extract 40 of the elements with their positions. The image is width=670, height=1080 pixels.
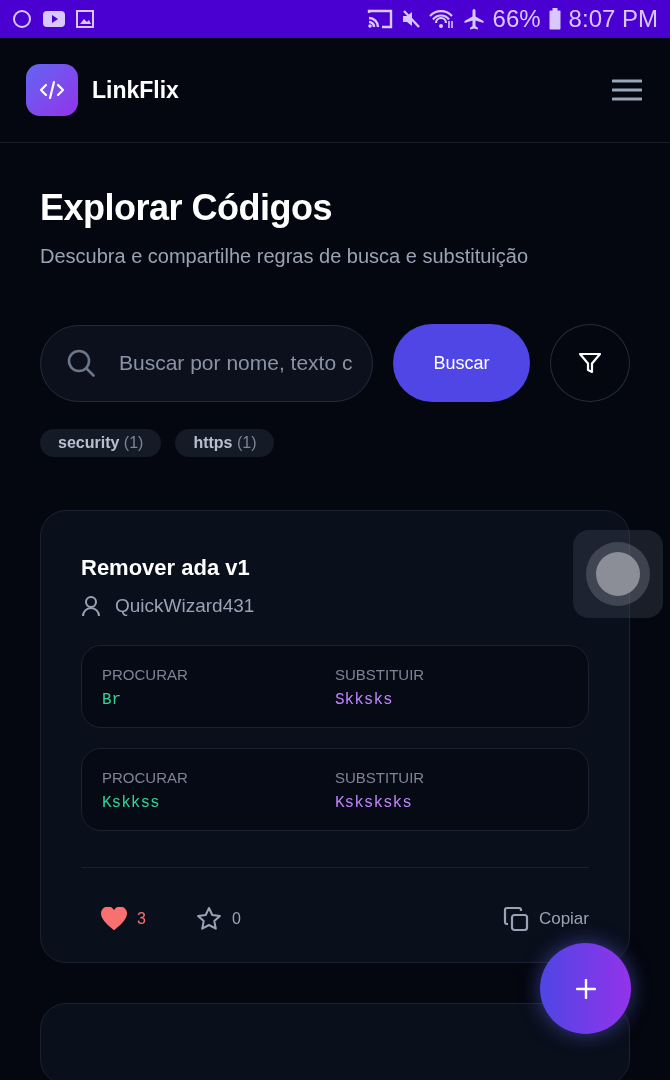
replace-value: Ksksksks bbox=[335, 794, 413, 812]
search-button[interactable]: Buscar bbox=[392, 324, 531, 402]
card-title: Remover ada v1 bbox=[81, 555, 251, 581]
star-icon bbox=[195, 906, 222, 932]
battery-percent: 66% bbox=[492, 5, 541, 33]
page-title: Explorar Códigos bbox=[40, 187, 334, 229]
find-value: Br bbox=[102, 691, 123, 709]
find-value: Kskkss bbox=[102, 794, 161, 812]
tag-chip[interactable]: https (1) bbox=[175, 429, 275, 457]
replace-value: Skksks bbox=[335, 691, 394, 709]
user-icon bbox=[81, 595, 101, 617]
mute-icon bbox=[400, 9, 421, 29]
tag-chip[interactable]: security (1) bbox=[40, 429, 162, 457]
like-button[interactable]: 3 bbox=[101, 907, 146, 931]
find-label: PROCURAR bbox=[102, 666, 189, 683]
find-label: PROCURAR bbox=[102, 769, 189, 786]
search-field[interactable]: Buscar por nome, texto c bbox=[40, 324, 373, 402]
author-name: QuickWizard431 bbox=[115, 595, 255, 617]
search-icon bbox=[66, 347, 96, 378]
play-icon bbox=[42, 10, 66, 28]
airplane-icon bbox=[462, 8, 485, 30]
cast-icon bbox=[366, 9, 393, 29]
page-subtitle: Descubra e compartilhe regras de busca e substituição bbox=[40, 245, 530, 268]
copy-button[interactable]: Copiar bbox=[502, 906, 589, 932]
plus-icon bbox=[575, 978, 596, 999]
copy-icon bbox=[502, 906, 529, 932]
floating-touch-button[interactable] bbox=[573, 530, 663, 618]
replace-label: SUBSTITUIR bbox=[335, 666, 426, 683]
replace-label: SUBSTITUIR bbox=[335, 769, 426, 786]
filter-icon bbox=[578, 351, 603, 375]
battery-icon bbox=[548, 8, 561, 30]
circle-icon bbox=[12, 9, 32, 29]
favorite-button[interactable]: 0 bbox=[195, 906, 241, 932]
app-name: LinkFlix bbox=[92, 76, 179, 104]
logo-icon bbox=[26, 64, 78, 116]
image-icon bbox=[76, 10, 94, 28]
heart-icon bbox=[101, 907, 127, 931]
clock: 8:07 PM bbox=[568, 5, 658, 33]
wifi-icon bbox=[428, 9, 455, 29]
menu-icon[interactable] bbox=[612, 79, 642, 101]
